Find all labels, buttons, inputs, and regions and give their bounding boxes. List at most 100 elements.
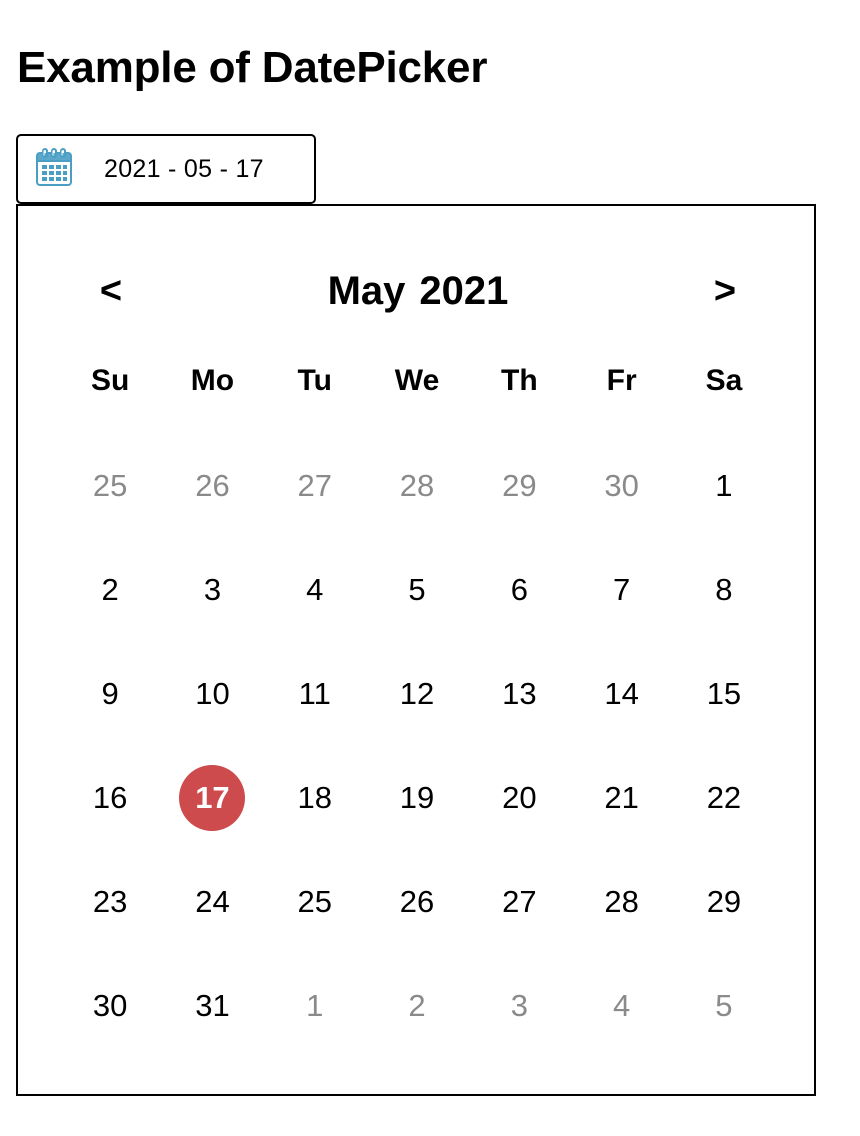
day-cell[interactable]: 4 <box>264 538 366 642</box>
day-number: 1 <box>306 988 324 1023</box>
day-cell[interactable]: 27 <box>468 850 570 954</box>
day-cell[interactable]: 30 <box>59 954 161 1058</box>
day-cell[interactable]: 18 <box>264 746 366 850</box>
day-number: 3 <box>203 572 222 607</box>
day-number: 28 <box>399 468 435 503</box>
day-number: 5 <box>408 572 426 607</box>
date-input[interactable]: 2021 - 05 - 17 <box>16 134 316 204</box>
day-cell-selected[interactable]: 17 <box>161 746 263 850</box>
day-cell[interactable]: 2 <box>59 538 161 642</box>
day-number: 29 <box>502 468 537 503</box>
day-cell[interactable]: 4 <box>570 954 672 1058</box>
day-number: 4 <box>306 572 324 607</box>
day-cell[interactable]: 27 <box>264 434 366 538</box>
day-number: 30 <box>92 988 128 1023</box>
day-cell[interactable]: 23 <box>59 850 161 954</box>
weekday-label: Mo <box>190 364 235 397</box>
day-grid: 25 26 27 28 29 30 1 2 3 4 5 6 7 8 9 10 11 12 13 14 15 16 17 18 1… <box>59 434 775 1058</box>
month-label: May <box>327 269 406 313</box>
day-number: 1 <box>715 468 733 503</box>
day-cell[interactable]: 9 <box>59 642 161 746</box>
day-number: 18 <box>297 780 332 815</box>
weekday-label: Su <box>90 364 130 397</box>
day-cell[interactable]: 3 <box>161 538 263 642</box>
day-cell[interactable]: 5 <box>673 954 775 1058</box>
day-cell[interactable]: 25 <box>264 850 366 954</box>
weekday-label: Fr <box>606 364 637 397</box>
day-cell[interactable]: 30 <box>570 434 672 538</box>
day-cell[interactable]: 8 <box>673 538 775 642</box>
day-number: 21 <box>604 780 639 815</box>
day-number: 10 <box>195 676 230 711</box>
weekday-row: Su Mo Tu We Th Fr Sa <box>59 356 775 406</box>
day-number: 29 <box>706 884 742 919</box>
day-number: 6 <box>510 572 528 607</box>
day-cell[interactable]: 25 <box>59 434 161 538</box>
day-cell[interactable]: 1 <box>673 434 775 538</box>
day-cell[interactable]: 1 <box>264 954 366 1058</box>
day-number: 27 <box>297 468 332 503</box>
day-cell[interactable]: 15 <box>673 642 775 746</box>
calendar-popup: < May 2021 > Su Mo Tu We Th Fr Sa 25 26 27 2… <box>16 204 816 1096</box>
day-cell[interactable]: 28 <box>366 434 468 538</box>
date-input-value: 2021 - 05 - 17 <box>104 155 264 183</box>
day-cell[interactable]: 2 <box>366 954 468 1058</box>
day-number: 26 <box>195 468 230 503</box>
weekday-label: Th <box>501 364 538 397</box>
day-cell[interactable]: 20 <box>468 746 570 850</box>
day-cell[interactable]: 22 <box>673 746 775 850</box>
day-cell[interactable]: 12 <box>366 642 468 746</box>
day-number: 24 <box>195 884 230 919</box>
day-cell[interactable]: 13 <box>468 642 570 746</box>
day-cell[interactable]: 29 <box>673 850 775 954</box>
calendar-icon <box>36 148 72 186</box>
weekday-label: Tu <box>297 364 332 397</box>
day-cell[interactable]: 6 <box>468 538 570 642</box>
day-cell[interactable]: 10 <box>161 642 263 746</box>
page-title: Example of DatePicker <box>17 43 488 92</box>
day-cell[interactable]: 14 <box>570 642 672 746</box>
day-number: 23 <box>92 884 128 919</box>
day-number: 7 <box>613 572 631 607</box>
weekday-label: We <box>394 364 440 397</box>
month-year-title: May 2021 <box>218 266 618 316</box>
day-cell[interactable]: 31 <box>161 954 263 1058</box>
day-cell[interactable]: 26 <box>366 850 468 954</box>
day-cell[interactable]: 3 <box>468 954 570 1058</box>
day-cell[interactable]: 28 <box>570 850 672 954</box>
calendar-header: < May 2021 > <box>18 266 814 316</box>
day-number: 16 <box>92 780 128 815</box>
day-number: 14 <box>604 676 639 711</box>
day-cell[interactable]: 29 <box>468 434 570 538</box>
day-number: 3 <box>510 988 528 1023</box>
day-cell[interactable]: 5 <box>366 538 468 642</box>
year-label: 2021 <box>419 269 509 313</box>
day-number: 30 <box>604 468 639 503</box>
day-number: 25 <box>297 884 332 919</box>
day-cell[interactable]: 7 <box>570 538 672 642</box>
day-number: 27 <box>502 884 537 919</box>
day-cell[interactable]: 11 <box>264 642 366 746</box>
day-cell[interactable]: 16 <box>59 746 161 850</box>
day-number: 28 <box>604 884 639 919</box>
day-number: 2 <box>408 988 426 1023</box>
day-number: 31 <box>195 988 230 1023</box>
day-number: 8 <box>715 572 733 607</box>
day-number: 13 <box>502 676 537 711</box>
day-number: 20 <box>502 780 537 815</box>
next-month-button[interactable]: > <box>695 266 755 316</box>
day-number: 2 <box>101 572 119 607</box>
day-cell[interactable]: 24 <box>161 850 263 954</box>
day-cell[interactable]: 19 <box>366 746 468 850</box>
day-number: 12 <box>399 676 435 711</box>
day-cell[interactable]: 26 <box>161 434 263 538</box>
day-number: 4 <box>613 988 631 1023</box>
day-number: 19 <box>399 780 435 815</box>
prev-month-button[interactable]: < <box>81 266 141 316</box>
weekday-label: Sa <box>705 364 743 397</box>
day-number: 22 <box>706 780 742 815</box>
day-number: 26 <box>399 884 435 919</box>
day-number: 25 <box>92 468 128 503</box>
day-number: 11 <box>298 676 331 711</box>
day-cell[interactable]: 21 <box>570 746 672 850</box>
